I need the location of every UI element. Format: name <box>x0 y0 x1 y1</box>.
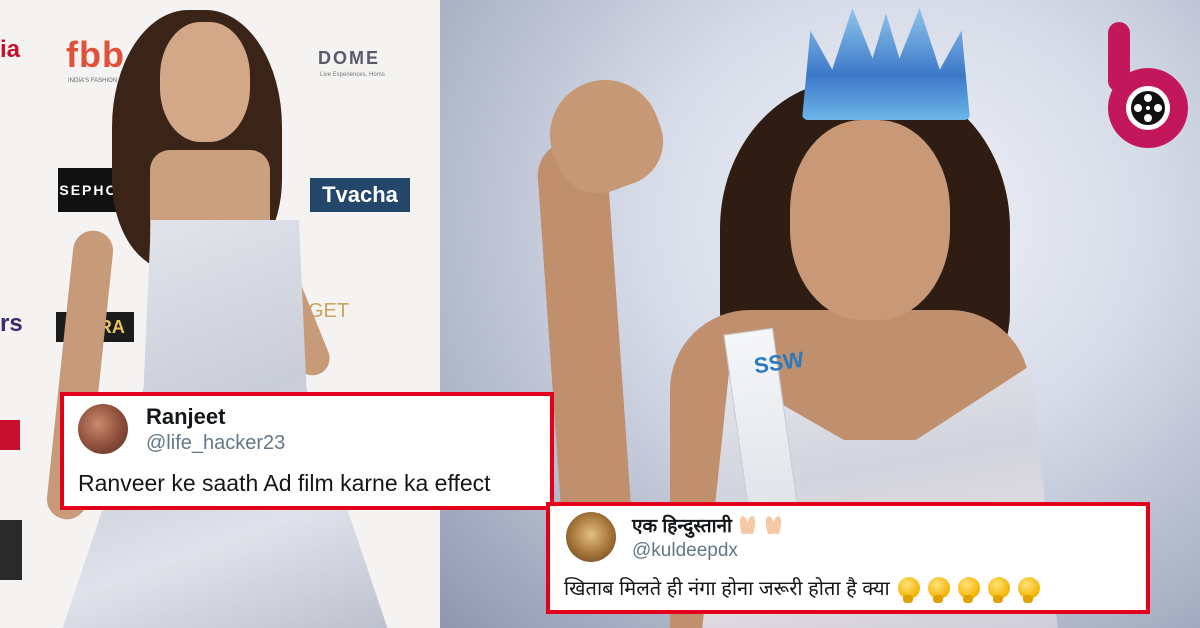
tweet-author-name: एक हिन्दुस्तानी <box>632 516 732 537</box>
tweet-text-row: खिताब मिलते ही नंगा होना जरूरी होता है क… <box>564 574 1040 603</box>
tweet-text: Ranveer ke saath Ad film karne ka effect <box>78 470 491 496</box>
thinking-face-icon <box>927 576 950 603</box>
folded-hands-icon <box>738 514 758 536</box>
tweet-author-handle: @kuldeepdx <box>632 540 738 561</box>
tweet-author-handle: @life_hacker23 <box>146 432 286 454</box>
avatar <box>78 404 128 454</box>
crown <box>802 8 970 120</box>
avatar <box>566 512 616 562</box>
backdrop-dark-block <box>0 520 22 580</box>
backdrop-logo-partial-top: ia <box>0 36 21 63</box>
dome-tagline: Live Experiences, Homs <box>320 72 385 78</box>
tweet-author-name-row: एक हिन्दुस्तानी <box>632 512 784 538</box>
tvacha-logo: Tvacha <box>310 178 410 212</box>
fbb-logo: fbb <box>66 34 125 75</box>
tweet-text: खिताब मिलते ही नंगा होना जरूरी होता है क… <box>564 578 890 600</box>
left-photo: ia fbb INDIA'S FASHION HUB DOME Live Exp… <box>0 0 440 628</box>
person-face <box>160 22 250 142</box>
film-reel-icon <box>1126 86 1170 130</box>
backdrop-logo-partial-mid: rs <box>0 310 23 337</box>
sash-text: SSW <box>752 347 805 382</box>
person-face <box>790 120 950 320</box>
thinking-face-icon <box>957 576 980 603</box>
backdrop-red-block <box>0 420 20 450</box>
thinking-face-icon <box>987 576 1010 603</box>
tweet-card: Ranjeet @life_hacker23 Ranveer ke saath … <box>60 392 554 510</box>
thinking-face-icon <box>897 576 920 603</box>
dome-logo: DOME <box>318 48 380 68</box>
brand-logo <box>1108 22 1188 148</box>
tweet-card: एक हिन्दुस्तानी @kuldeepdx खिताब मिलते ह… <box>546 502 1150 614</box>
thinking-face-icon <box>1017 576 1040 603</box>
folded-hands-icon <box>764 514 784 536</box>
tweet-author-name: Ranjeet <box>146 404 226 429</box>
